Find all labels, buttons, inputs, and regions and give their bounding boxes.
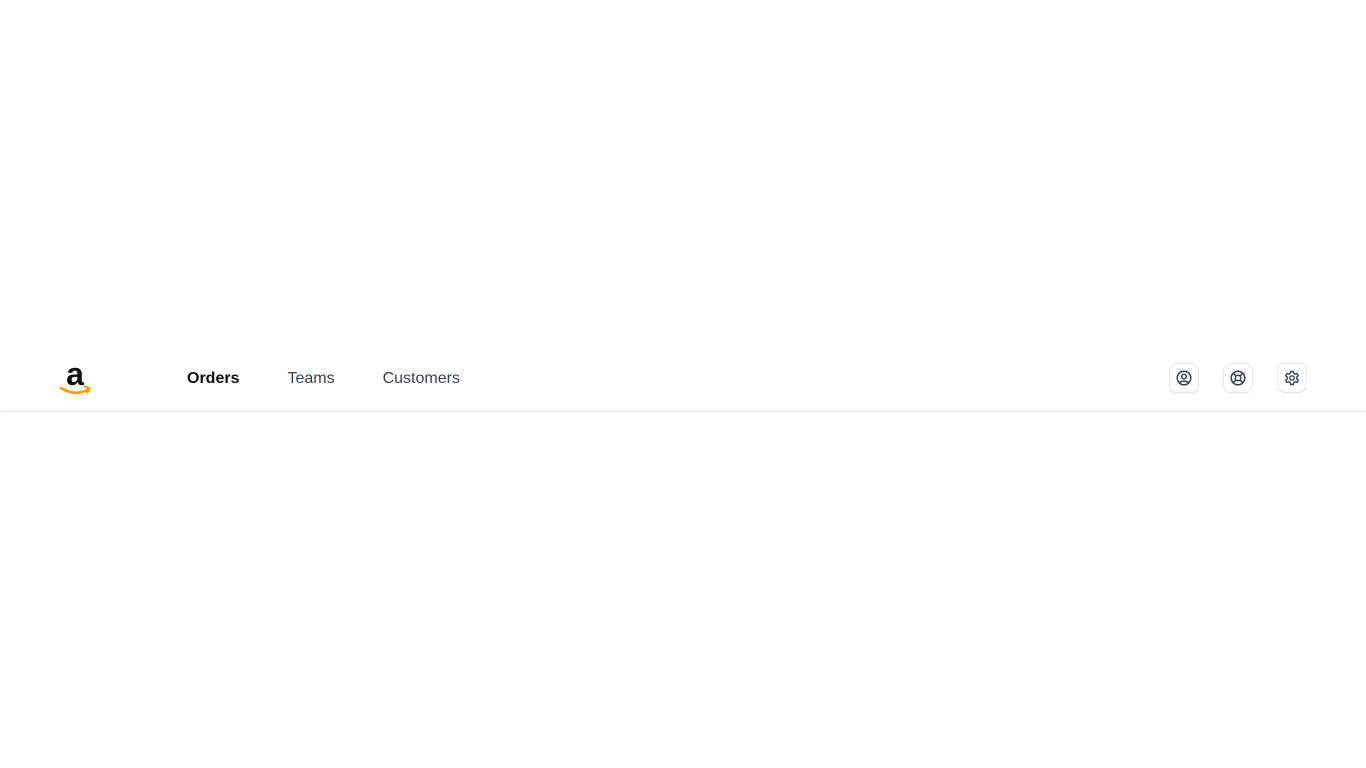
settings-button[interactable] (1277, 363, 1307, 393)
page: a Orders Teams Customers (0, 0, 1366, 768)
amazon-logo-icon[interactable]: a (58, 361, 92, 399)
lifebuoy-icon (1230, 370, 1246, 386)
main-nav: Orders Teams Customers (187, 347, 508, 411)
profile-button[interactable] (1169, 363, 1199, 393)
nav-item-teams[interactable]: Teams (287, 369, 334, 389)
nav-item-customers[interactable]: Customers (383, 369, 460, 389)
help-button[interactable] (1223, 363, 1253, 393)
gear-icon (1284, 370, 1300, 386)
nav-item-orders[interactable]: Orders (187, 369, 239, 389)
user-icon (1176, 370, 1192, 386)
top-navbar: a Orders Teams Customers (0, 347, 1366, 412)
svg-text:a: a (66, 361, 84, 392)
header-actions (1169, 363, 1307, 393)
